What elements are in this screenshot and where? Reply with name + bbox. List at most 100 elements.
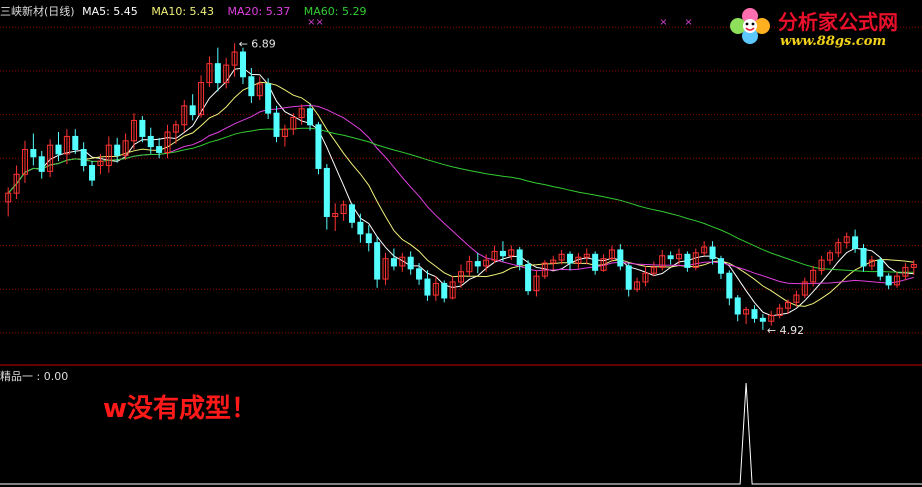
signal-marker: × [659,17,667,28]
candle-body [877,259,884,277]
main-chart-header: 三峡新材(日线) MA5: 5.45 MA10: 5.43 MA20: 5.37… [0,3,366,19]
candle-body [189,105,196,116]
candle [600,254,607,272]
candle [634,277,641,293]
candle [21,140,28,183]
annotation-layer: ← 6.89← 4.92× × × × [239,17,804,337]
candle-body [474,261,481,267]
candle-body [390,258,397,267]
candle [206,56,213,87]
candle-body [72,135,79,151]
candle [63,129,70,165]
candle [474,252,481,274]
candle-body [852,236,859,249]
candle [550,255,557,271]
logo-title: 分析家公式网 [778,10,898,34]
candle-body [516,249,523,265]
candle [726,270,733,306]
candle [592,251,599,275]
price-annotation: ← 6.89 [239,37,276,50]
candle [265,78,272,119]
candle [642,265,649,287]
candle-body [307,108,314,126]
candle [315,121,322,175]
candle-body [357,221,364,235]
candle [323,164,330,230]
candle-body [239,51,246,78]
candle [114,137,121,163]
ma10-label: MA10: 5.43 [151,5,215,18]
candle-body [734,297,741,315]
candle-body [726,272,733,299]
candle [759,313,766,330]
candle-body [709,246,716,260]
candle [357,213,364,243]
candle [843,232,850,249]
candle [701,241,708,256]
indicator-header: 精品一 : 0.00 [0,368,68,384]
candle [776,303,783,319]
candle [365,225,372,252]
candle-body [80,149,87,167]
candle-body [55,144,62,155]
candle [667,251,674,265]
candle-body [323,167,330,217]
candle [348,203,356,229]
ma20-label: MA20: 5.37 [227,5,291,18]
candle [214,47,221,92]
candle [533,270,540,297]
candle [307,104,314,131]
candle [818,255,825,275]
candle [885,273,892,290]
candle [835,238,842,258]
candle [659,249,666,271]
ma60-label: MA60: 5.29 [303,5,367,18]
candle-body [525,263,532,292]
candle [684,251,691,272]
candle [181,100,188,133]
candle-body [592,253,599,271]
candle [877,257,884,281]
candle-body [625,265,632,290]
candle-body [38,156,45,172]
site-logo[interactable]: 分析家公式网 www.88gs.com [722,0,922,56]
ma60-line [7,127,914,273]
candle-body [273,112,280,137]
indicator-annotation: w没有成型！ [103,394,258,424]
candle [801,277,808,298]
candle-body [717,258,724,274]
candle-body [416,268,423,280]
candle [407,251,414,275]
candle-body [407,256,414,270]
candle-body [684,253,691,268]
candle-body [617,249,624,267]
candle [709,241,716,265]
candle-body [89,165,96,181]
candle-body [759,317,766,322]
candle [139,116,146,143]
candle-layer [5,43,917,330]
candle [340,200,347,221]
candle [382,252,389,285]
candle-body [667,255,674,260]
ma5-label: MA5: 5.45 [82,5,138,18]
candle [290,113,297,135]
candle [239,47,246,85]
candle [105,136,112,173]
candle [80,142,87,172]
candle [156,137,163,159]
candle [566,251,574,271]
candle-body [147,135,154,148]
candle-body [885,275,892,286]
candle-body [751,309,758,319]
candle-body [365,233,372,244]
candle [441,280,448,303]
candle [390,248,397,271]
candle-body [441,282,448,299]
candle [13,165,20,200]
candle-body [315,124,322,169]
logo-url: www.88gs.com [780,34,887,49]
candle-body [156,146,163,153]
candle-body [114,144,121,156]
candle [525,260,532,296]
